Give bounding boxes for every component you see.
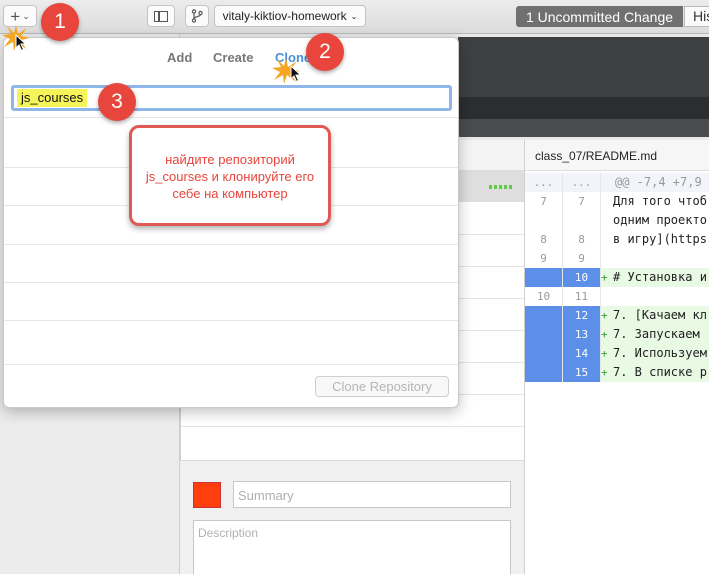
old-line-number xyxy=(525,344,563,363)
step-2-marker: 2 xyxy=(306,33,344,71)
new-line-number: 7 xyxy=(563,192,601,211)
diff-view: class_07/README.md ...... @@ -7,4 +7,9 7 7 Д… xyxy=(524,140,709,574)
diff-line-text: 7. В списке р xyxy=(613,365,707,379)
branch-name: vitaly-kiktiov-homework xyxy=(222,9,347,23)
old-line-number xyxy=(525,306,563,325)
new-line-number: 12 xyxy=(563,306,601,325)
additions-indicator xyxy=(489,185,513,189)
new-line-number: 13 xyxy=(563,325,601,344)
diff-line: 13 +7. Запускаем xyxy=(525,325,709,344)
mouse-cursor-icon xyxy=(290,65,302,83)
diff-line: ...... @@ -7,4 +7,9 xyxy=(525,173,709,192)
diff-file-path: class_07/README.md xyxy=(525,140,709,171)
diff-line-text: Для того чтоб xyxy=(613,194,707,208)
diff-line-text: одним проекто xyxy=(613,213,707,227)
new-line-number: 15 xyxy=(563,363,601,382)
added-line-marker: + xyxy=(601,328,608,341)
old-line-number: ... xyxy=(525,173,563,192)
old-line-number xyxy=(525,325,563,344)
branch-selector[interactable]: vitaly-kiktiov-homework ⌄ xyxy=(214,5,366,27)
added-line-marker: + xyxy=(601,271,608,284)
diff-line-text: # Установка и xyxy=(613,270,707,284)
new-branch-button[interactable] xyxy=(185,5,209,27)
diff-line: одним проекто xyxy=(525,211,709,230)
new-line-number: 8 xyxy=(563,230,601,249)
plus-icon: + xyxy=(10,6,21,26)
header-band-dark xyxy=(458,97,709,119)
chevron-down-icon: ⌄ xyxy=(350,11,358,21)
sidebar-icon xyxy=(154,10,168,22)
diff-line: 88 в игру](https xyxy=(525,230,709,249)
new-line-number: ... xyxy=(563,173,601,192)
history-tab[interactable]: His xyxy=(684,6,709,27)
diff-line: 15 +7. В списке р xyxy=(525,363,709,382)
row-divider xyxy=(181,426,525,427)
diff-line-text: @@ -7,4 +7,9 xyxy=(615,175,702,189)
diff-line: 7 7 Для того чтоб xyxy=(525,192,709,211)
repository-filter-input[interactable]: js_courses xyxy=(11,85,452,111)
tab-add[interactable]: Add xyxy=(155,50,204,65)
added-line-marker: + xyxy=(601,366,608,379)
tab-create[interactable]: Create xyxy=(201,50,265,65)
diff-line: 99 xyxy=(525,249,709,268)
step-1-marker: 1 xyxy=(41,3,79,41)
diff-line: 10 11 xyxy=(525,287,709,306)
row-divider xyxy=(4,320,458,321)
old-line-number xyxy=(525,211,563,230)
filter-input-value: js_courses xyxy=(17,89,88,107)
row-divider xyxy=(4,117,458,118)
row-divider xyxy=(4,244,458,245)
diff-line-text: 7. [Качаем кл xyxy=(613,308,707,322)
old-line-number xyxy=(525,363,563,382)
old-line-number: 7 xyxy=(525,192,563,211)
toggle-sidebar-button[interactable] xyxy=(147,5,175,27)
old-line-number: 8 xyxy=(525,230,563,249)
old-line-number: 9 xyxy=(525,249,563,268)
old-line-number: 10 xyxy=(525,287,563,306)
main-toolbar: + ⌄ vitaly-kiktiov-homework ⌄ 1 Uncommit… xyxy=(0,0,709,34)
diff-line: 10 + # Установка и xyxy=(525,268,709,287)
step-3-marker: 3 xyxy=(98,83,136,121)
row-divider xyxy=(4,282,458,283)
old-line-number xyxy=(525,268,563,287)
clone-repository-button[interactable]: Clone Repository xyxy=(315,376,449,397)
added-line-marker: + xyxy=(601,309,608,322)
added-line-marker: + xyxy=(601,347,608,360)
diff-line-text: 7. Запускаем xyxy=(613,327,700,341)
description-input[interactable]: Description xyxy=(193,520,511,574)
header-band-grey xyxy=(458,119,709,137)
avatar xyxy=(193,482,221,508)
header-band xyxy=(458,37,709,97)
mouse-cursor-icon xyxy=(15,34,27,52)
row-divider xyxy=(4,364,458,365)
diff-line-text: 7. Используем xyxy=(613,346,707,360)
chevron-down-icon: ⌄ xyxy=(22,10,30,21)
new-line-number: 14 xyxy=(563,344,601,363)
summary-input[interactable]: Summary xyxy=(233,481,511,508)
diff-line-text: в игру](https xyxy=(613,232,707,246)
new-line-number: 10 xyxy=(563,268,601,287)
diff-line: 12 +7. [Качаем кл xyxy=(525,306,709,325)
instruction-callout: найдите репозиторий js_courses и клониру… xyxy=(129,125,331,226)
branch-icon xyxy=(191,9,203,23)
new-line-number: 9 xyxy=(563,249,601,268)
uncommitted-changes-tab[interactable]: 1 Uncommitted Change xyxy=(516,6,683,27)
new-line-number xyxy=(563,211,601,230)
diff-line: 14 +7. Используем xyxy=(525,344,709,363)
new-line-number: 11 xyxy=(563,287,601,306)
